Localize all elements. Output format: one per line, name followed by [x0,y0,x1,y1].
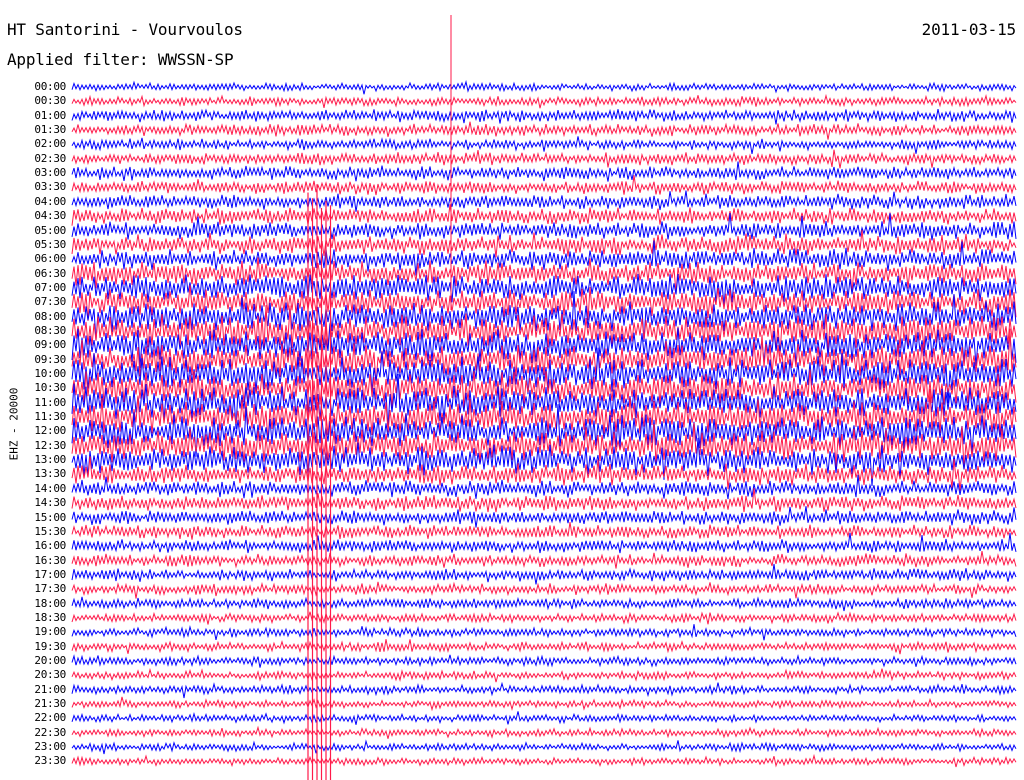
trace-row-0300 [71,161,1017,182]
trace-row-1400 [71,474,1017,500]
trace-row-2200 [71,711,1017,725]
trace-row-0030 [71,93,1017,109]
trace-row-0100 [71,108,1017,125]
trace-row-1830 [71,611,1017,625]
trace-row-0400 [71,190,1017,212]
trace-row-2130 [71,696,1017,712]
trace-row-2300 [71,739,1017,755]
trace-row-2030 [71,667,1017,683]
trace-row-1700 [71,563,1017,585]
trace-row-1800 [71,596,1017,612]
trace-row-2100 [71,681,1017,699]
trace-row-0130 [71,121,1017,140]
trace-row-2230 [71,725,1017,739]
trace-row-1900 [71,624,1017,641]
trace-row-0430 [71,204,1017,226]
trace-row-2000 [71,653,1017,668]
trace-row-1930 [71,639,1017,655]
seismogram-plot [71,15,1017,780]
trace-row-1530 [71,522,1017,540]
trace-row-1730 [71,581,1017,599]
trace-row-2330 [71,753,1017,768]
trace-row-0230 [71,149,1017,169]
trace-row-0200 [71,136,1017,154]
trace-row-1230 [71,422,1017,470]
trace-row-1630 [71,551,1017,569]
trace-row-0000 [71,79,1017,95]
